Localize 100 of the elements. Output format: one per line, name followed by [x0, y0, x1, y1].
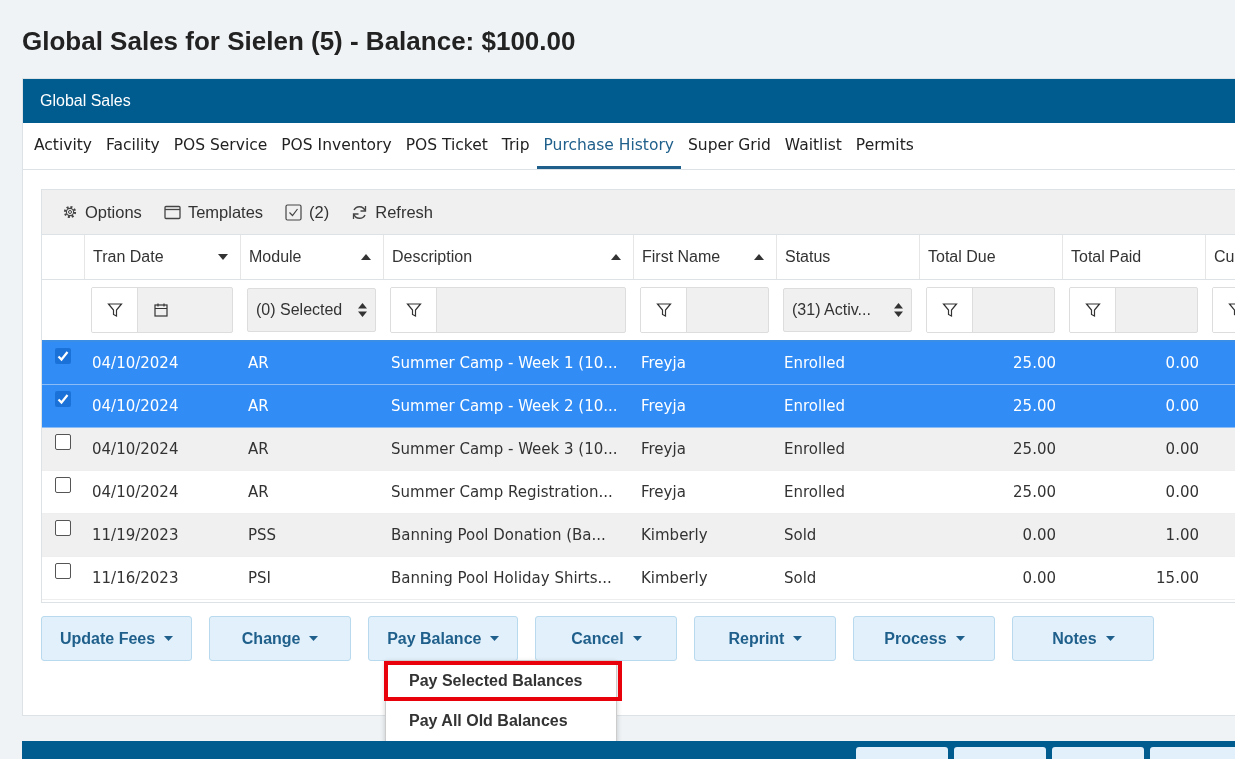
row-checkbox[interactable] [55, 477, 71, 493]
gear-icon [62, 204, 78, 220]
row-checkbox[interactable] [55, 563, 71, 579]
table-cell-text: Kimberly [640, 569, 709, 587]
window-icon [163, 204, 181, 220]
caret-icon [164, 636, 174, 641]
tab[interactable]: Super Grid [681, 123, 778, 169]
spinner-icon [894, 302, 903, 318]
table-cell-text: Summer Camp - Week 3 (10... [390, 440, 619, 458]
table-cell-text: 25.00 [1012, 354, 1057, 372]
table-cell-text: AR [247, 440, 270, 458]
table-cell-text: 15.00 [1155, 569, 1200, 587]
action-button[interactable]: Cancel [535, 616, 678, 661]
filter-icon [941, 302, 958, 318]
caret-icon [1105, 636, 1115, 641]
date-filter-field[interactable] [91, 287, 233, 333]
column-header[interactable]: Cu [1205, 235, 1235, 279]
row-checkbox[interactable] [55, 348, 71, 364]
filter-field[interactable] [390, 287, 626, 333]
column-header[interactable]: Module [240, 235, 383, 279]
table-cell-text: Summer Camp - Week 1 (10... [390, 354, 619, 372]
table-cell-text: AR [247, 483, 270, 501]
table-cell-text: PSI [247, 569, 272, 587]
refresh-icon [351, 203, 369, 221]
table-cell-text: 0.00 [1164, 397, 1200, 415]
table-cell-text: Freyja [640, 354, 687, 372]
table-cell-text: Summer Camp - Week 2 (10... [390, 397, 619, 415]
table-cell-text: Enrolled [783, 397, 847, 415]
table-cell-text: Banning Pool Donation (Ba... [390, 526, 607, 544]
menu-item[interactable]: Pay Selected Balances [384, 661, 622, 701]
filter-field[interactable] [640, 287, 769, 333]
action-button[interactable]: Change [209, 616, 352, 661]
tab[interactable]: Facility [98, 123, 167, 169]
column-header[interactable]: Description [383, 235, 633, 279]
menu-item[interactable]: Pay All Old Balances [384, 701, 622, 741]
column-header[interactable]: Total Paid [1062, 235, 1205, 279]
filter-icon [1084, 302, 1101, 318]
table-cell-text: Enrolled [783, 440, 847, 458]
column-header[interactable]: Total Due [919, 235, 1062, 279]
table-cell-text: Kimberly [640, 526, 709, 544]
table-cell-text: Freyja [640, 440, 687, 458]
column-header[interactable]: Status [776, 235, 919, 279]
table-cell-text: 25.00 [1012, 397, 1057, 415]
table-cell-text: Sold [783, 569, 818, 587]
tab[interactable]: Purchase History [536, 123, 681, 169]
row-checkbox[interactable] [55, 434, 71, 450]
tab[interactable]: POS Service [166, 123, 275, 169]
action-button[interactable]: Process [853, 616, 996, 661]
action-button[interactable]: Reprint [694, 616, 837, 661]
table-cell-text: 11/16/2023 [91, 569, 180, 587]
panel-title: Global Sales [23, 79, 1235, 123]
checkbox-icon [285, 203, 303, 221]
filter-icon [405, 302, 422, 318]
table-cell-text: 04/10/2024 [91, 397, 180, 415]
calendar-icon [152, 302, 169, 318]
tab[interactable]: POS Inventory [274, 123, 399, 169]
table-cell-text: 11/19/2023 [91, 526, 180, 544]
action-button[interactable]: Notes [1012, 616, 1155, 661]
tab[interactable]: Trip [494, 123, 537, 169]
toolbar-button[interactable]: Options [62, 202, 142, 222]
toolbar-button[interactable]: Refresh [351, 202, 434, 222]
table-cell-text: 1.00 [1164, 526, 1200, 544]
table-cell-text: AR [247, 354, 270, 372]
table-cell-text: PSS [247, 526, 278, 544]
tab[interactable]: Activity [27, 123, 99, 169]
table-cell-text: 0.00 [1021, 569, 1057, 587]
filter-select[interactable]: (31) Activ... [783, 288, 912, 332]
table-cell-text: 04/10/2024 [91, 483, 180, 501]
caret-icon [955, 636, 965, 641]
tab[interactable]: Permits [848, 123, 921, 169]
filter-select[interactable]: (0) Selected [247, 288, 376, 332]
action-button[interactable]: Update Fees [41, 616, 193, 661]
table-cell-text: 25.00 [1012, 440, 1057, 458]
table-cell-text: Summer Camp Registration... [390, 483, 614, 501]
action-button[interactable]: Pay Balance [368, 616, 519, 661]
table-cell-text: 0.00 [1021, 526, 1057, 544]
caret-icon [490, 636, 500, 641]
caret-icon [793, 636, 803, 641]
table-cell-text: AR [247, 397, 270, 415]
table-cell-text: Banning Pool Holiday Shirts... [390, 569, 613, 587]
toolbar-button[interactable]: (2) [285, 202, 330, 222]
column-header[interactable]: Tran Date [84, 235, 240, 279]
table-cell-text: 0.00 [1164, 483, 1200, 501]
toolbar-button[interactable]: Templates [163, 202, 264, 222]
row-checkbox[interactable] [55, 391, 71, 407]
table-cell-text: 25.00 [1012, 483, 1057, 501]
filter-field[interactable] [926, 287, 1055, 333]
tab[interactable]: Waitlist [777, 123, 849, 169]
table-cell-text: Sold [783, 526, 818, 544]
table-cell-text: 0.00 [1164, 440, 1200, 458]
filter-icon [106, 302, 123, 318]
column-header[interactable]: First Name [633, 235, 776, 279]
page-title: Global Sales for Sielen (5) - Balance: $100.00 [21, 25, 577, 58]
table-cell-text: 0.00 [1164, 354, 1200, 372]
filter-field[interactable] [1069, 287, 1198, 333]
row-checkbox[interactable] [55, 520, 71, 536]
table-cell-text: Freyja [640, 483, 687, 501]
tab[interactable]: POS Ticket [398, 123, 495, 169]
caret-icon [632, 636, 642, 641]
table-cell-text: Enrolled [783, 483, 847, 501]
